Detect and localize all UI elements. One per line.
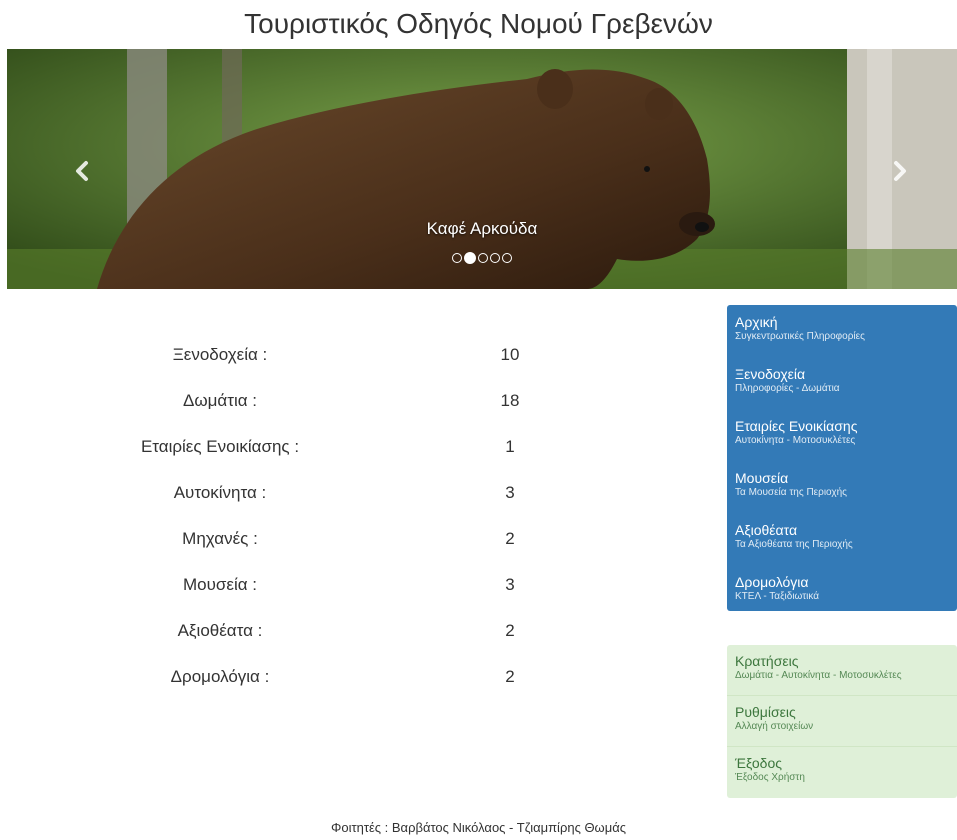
stat-row: Μηχανές : 2	[0, 529, 700, 575]
nav-item-title: Αξιοθέατα	[735, 522, 798, 538]
nav-item-subtitle: Τα Μουσεία της Περιοχής	[735, 487, 847, 498]
nav-item[interactable]: Ξενοδοχεία Πληροφορίες - Δωμάτια	[727, 357, 957, 409]
stat-row: Δωμάτια : 18	[0, 391, 700, 437]
chevron-right-icon	[894, 161, 906, 181]
stat-value: 2	[505, 621, 515, 640]
footer-credits: Φοιτητές : Βαρβάτος Νικόλαος - Τζιαμπίρη…	[331, 820, 626, 835]
stat-value: 18	[500, 391, 520, 410]
nav-item-subtitle: Πληροφορίες - Δωμάτια	[735, 383, 840, 394]
stat-row: Αξιοθέατα : 2	[0, 621, 700, 667]
nav-item-title: Ξενοδοχεία	[735, 366, 806, 382]
carousel-caption: Καφέ Αρκούδα	[426, 219, 538, 238]
stat-row: Ξενοδοχεία : 10	[0, 345, 700, 391]
stat-label: Δρομολόγια :	[170, 667, 270, 686]
nav-item-subtitle: ΚΤΕΛ - Ταξιδιωτικά	[735, 591, 820, 602]
nav-item-title: Εταιρίες Ενοικίασης	[735, 418, 858, 434]
nav-item[interactable]: Μουσεία Τα Μουσεία της Περιοχής	[727, 461, 957, 513]
carousel-indicators	[7, 249, 957, 267]
stat-value: 1	[505, 437, 515, 456]
user-nav-item-subtitle: Αλλαγή στοιχείων	[735, 721, 814, 732]
nav-item[interactable]: Αξιοθέατα Τα Αξιοθέατα της Περιοχής	[727, 513, 957, 565]
user-nav-item[interactable]: Κρατήσεις Δωμάτια - Αυτοκίνητα - Μοτοσυκλ…	[727, 645, 957, 696]
user-nav-item-title: Ρυθμίσεις	[735, 704, 796, 720]
summary-stats: Ξενοδοχεία : 10 Δωμάτια : 18 Εταιρίες Ενοικί…	[0, 345, 700, 713]
stat-label: Δωμάτια :	[182, 391, 258, 410]
carousel-indicator-dot[interactable]	[452, 252, 462, 263]
stat-value: 10	[500, 345, 520, 364]
nav-item-title: Δρομολόγια	[735, 574, 809, 590]
main-navigation: Αρχική Συγκεντρωτικές Πληροφορίες Ξενοδοχε…	[727, 305, 957, 611]
page-title: Τουριστικός Οδηγός Νομού Γρεβενών	[244, 8, 713, 39]
stat-label: Ξενοδοχεία :	[172, 345, 268, 364]
user-nav-item-title: Έξοδος	[735, 755, 782, 771]
stat-row: Δρομολόγια : 2	[0, 667, 700, 713]
stat-row: Εταιρίες Ενοικίασης : 1	[0, 437, 700, 483]
user-nav-item-subtitle: Δωμάτια - Αυτοκίνητα - Μοτοσυκλέτες	[735, 670, 902, 681]
nav-item[interactable]: Δρομολόγια ΚΤΕΛ - Ταξιδιωτικά	[727, 565, 957, 611]
user-navigation: Κρατήσεις Δωμάτια - Αυτοκίνητα - Μοτοσυκλ…	[727, 645, 957, 798]
user-nav-item-title: Κρατήσεις	[735, 653, 799, 669]
nav-item-subtitle: Τα Αξιοθέατα της Περιοχής	[735, 539, 853, 550]
stat-row: Αυτοκίνητα : 3	[0, 483, 700, 529]
user-nav-item[interactable]: Ρυθμίσεις Αλλαγή στοιχείων	[727, 696, 957, 747]
stat-value: 3	[505, 483, 515, 502]
stat-label: Μουσεία :	[182, 575, 258, 594]
carousel-indicator-dot[interactable]	[464, 251, 476, 264]
stat-value: 2	[505, 667, 515, 686]
nav-item-subtitle: Συγκεντρωτικές Πληροφορίες	[735, 331, 865, 342]
nav-item-title: Αρχική	[735, 314, 778, 330]
stat-value: 2	[505, 529, 515, 548]
stat-value: 3	[505, 575, 515, 594]
stat-label: Αξιοθέατα :	[177, 621, 263, 640]
carousel-next-arrow[interactable]	[880, 153, 920, 192]
user-nav-item-subtitle: Έξοδος Χρήστη	[735, 772, 805, 783]
carousel-indicator-dot[interactable]	[502, 252, 512, 263]
chevron-left-icon	[76, 161, 88, 181]
stat-row: Μουσεία : 3	[0, 575, 700, 621]
nav-item[interactable]: Αρχική Συγκεντρωτικές Πληροφορίες	[727, 305, 957, 357]
nav-item-subtitle: Αυτοκίνητα - Μοτοσυκλέτες	[735, 435, 856, 446]
stat-label: Αυτοκίνητα :	[173, 483, 267, 502]
user-nav-item[interactable]: Έξοδος Έξοδος Χρήστη	[727, 747, 957, 798]
stat-label: Εταιρίες Ενοικίασης :	[140, 437, 300, 456]
stat-label: Μηχανές :	[182, 529, 258, 548]
image-carousel[interactable]: Καφέ Αρκούδα	[7, 49, 957, 289]
carousel-indicator-dot[interactable]	[490, 252, 500, 263]
carousel-indicator-dot[interactable]	[478, 252, 488, 263]
nav-item-title: Μουσεία	[735, 470, 789, 486]
nav-item[interactable]: Εταιρίες Ενοικίασης Αυτοκίνητα - Μοτοσυκλ…	[727, 409, 957, 461]
carousel-prev-arrow[interactable]	[62, 153, 102, 192]
